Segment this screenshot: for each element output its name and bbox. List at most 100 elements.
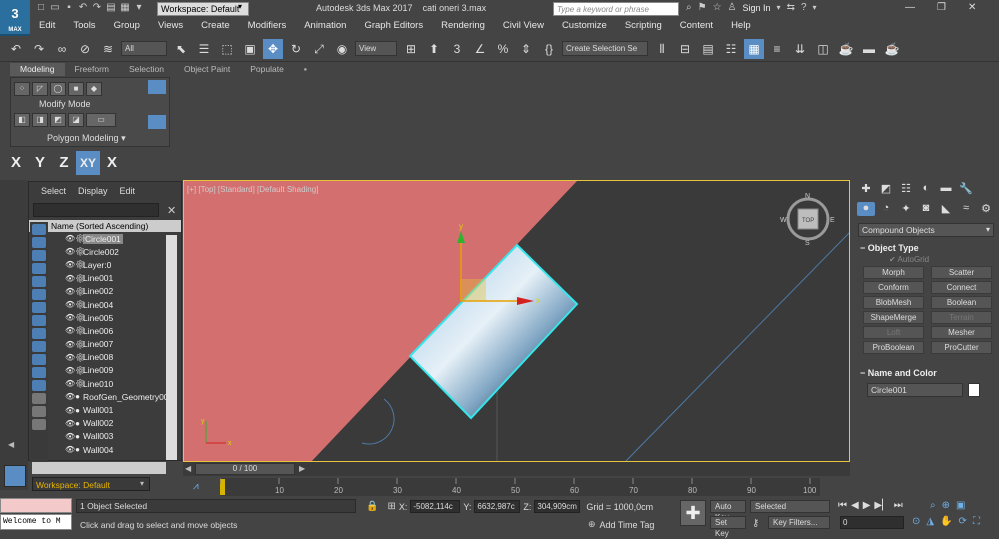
terrain-button[interactable]: Terrain xyxy=(931,311,992,324)
project-icon[interactable]: ▦ xyxy=(118,2,132,13)
set-key-big-button[interactable]: ✚ xyxy=(680,500,706,526)
list-item[interactable]: 👁⚙ Circle002 xyxy=(29,245,181,258)
bookmark-icon[interactable]: ⚑ xyxy=(698,2,707,13)
modifier-icon[interactable]: ◨ xyxy=(32,113,48,127)
search-input[interactable]: Type a keyword or phrase xyxy=(553,2,679,16)
minimize-icon[interactable]: — xyxy=(905,2,915,13)
display-cameras-icon[interactable] xyxy=(32,276,46,287)
select-manipulate-icon[interactable]: ⬆ xyxy=(424,39,444,59)
named-selection-sets-dropdown[interactable]: Create Selection Se xyxy=(562,41,648,56)
track-bar[interactable]: 10 20 30 40 50 60 70 80 90 100 xyxy=(220,478,820,496)
tab-selection[interactable]: Selection xyxy=(119,63,174,76)
visibility-icon[interactable]: 👁⚙ xyxy=(65,340,85,349)
se-menu-display[interactable]: Display xyxy=(72,182,114,200)
list-item[interactable]: 👁● Wall002 xyxy=(29,417,181,430)
visibility-icon[interactable]: 👁⚙ xyxy=(65,247,85,256)
modifier-icon[interactable]: ◧ xyxy=(14,113,30,127)
maxscript-listener-input[interactable] xyxy=(0,498,72,513)
place-icon[interactable]: ◉ xyxy=(332,39,352,59)
visibility-icon[interactable]: 👁⚙ xyxy=(65,274,85,283)
search-icon[interactable]: ⌕ xyxy=(686,2,692,13)
tab-modeling[interactable]: Modeling xyxy=(10,63,65,76)
visibility-icon[interactable]: 👁⚙ xyxy=(65,313,85,322)
lock-selection-icon[interactable]: 🔒 xyxy=(366,501,378,512)
visibility-icon[interactable]: 👁● xyxy=(65,432,80,441)
visibility-icon[interactable]: 👁● xyxy=(65,419,80,428)
key-filters-button[interactable]: Key Filters... xyxy=(768,516,830,529)
select-by-name-icon[interactable]: ☰ xyxy=(194,39,214,59)
display-frozen-icon[interactable] xyxy=(32,367,46,378)
percent-snap-icon[interactable]: % xyxy=(493,39,513,59)
save-icon[interactable]: ▪ xyxy=(62,2,76,13)
axis-x-button[interactable]: X xyxy=(4,151,28,175)
menu-scripting[interactable]: Scripting xyxy=(616,18,671,34)
render-setup-icon[interactable]: ☕ xyxy=(836,39,856,59)
select-object-icon[interactable]: ⬉ xyxy=(171,39,191,59)
auto-key-button[interactable]: Auto Key xyxy=(710,500,746,522)
axis-cycle-button[interactable]: X xyxy=(100,151,124,175)
visibility-icon[interactable]: 👁⚙ xyxy=(65,366,85,375)
rotate-icon[interactable]: ↻ xyxy=(286,39,306,59)
connect-button[interactable]: Connect xyxy=(931,281,992,294)
modifier-icon[interactable]: ◪ xyxy=(68,113,84,127)
display-geometry-icon[interactable] xyxy=(32,237,46,248)
shapes-icon[interactable]: ◔ xyxy=(877,202,895,216)
list-item[interactable]: 👁● Wall003 xyxy=(29,430,181,443)
menu-views[interactable]: Views xyxy=(149,18,192,34)
menu-animation[interactable]: Animation xyxy=(295,18,355,34)
display-containers-icon[interactable] xyxy=(32,354,46,365)
column-header-name[interactable]: Name (Sorted Ascending) xyxy=(29,220,181,232)
list-item[interactable]: 👁⚙ Line004 xyxy=(29,298,181,311)
menu-edit[interactable]: Edit xyxy=(30,18,64,34)
bind-space-warp-icon[interactable]: ≋ xyxy=(98,39,118,59)
lights-icon[interactable]: ✦ xyxy=(897,202,915,216)
previous-frame-icon[interactable]: ◀ xyxy=(851,500,859,511)
visibility-icon[interactable]: 👁● xyxy=(65,406,80,415)
maxscript-output[interactable]: Welcome to M xyxy=(0,514,72,530)
list-item[interactable]: 👁● Wall004 xyxy=(29,443,181,456)
field-of-view-icon[interactable]: ◮ xyxy=(926,516,934,527)
procutter-button[interactable]: ProCutter xyxy=(931,341,992,354)
y-coordinate-input[interactable]: 6632,987c xyxy=(474,500,521,513)
menu-group[interactable]: Group xyxy=(105,18,149,34)
absolute-mode-icon[interactable]: ⊞ xyxy=(387,501,395,512)
display-helpers-icon[interactable] xyxy=(32,289,46,300)
loft-button[interactable]: Loft xyxy=(863,326,924,339)
app-logo-button[interactable]: 3 MAX xyxy=(0,0,30,36)
time-config-icon[interactable]: ⊙ xyxy=(912,516,920,527)
menu-create[interactable]: Create xyxy=(192,18,239,34)
viewport-top[interactable]: y x y x TOP N W E S [+] [Top] [Standard]… xyxy=(183,180,850,462)
display-groups-icon[interactable] xyxy=(32,315,46,326)
pivot-center-icon[interactable]: ⊞ xyxy=(401,39,421,59)
mirror-icon[interactable]: ⫴ xyxy=(652,39,672,59)
prev-frame-icon[interactable]: ◀ xyxy=(185,464,191,473)
project-folder-icon[interactable]: ▤ xyxy=(104,2,118,13)
link-icon[interactable]: ∞ xyxy=(52,39,72,59)
tab-freeform[interactable]: Freeform xyxy=(65,63,119,76)
scene-explorer-scrollbar[interactable] xyxy=(166,235,177,460)
selection-region-icon[interactable]: ⬚ xyxy=(217,39,237,59)
ribbon-toggle-icon[interactable]: ▦ xyxy=(744,38,764,59)
cameras-icon[interactable]: ◙ xyxy=(917,202,935,216)
curve-editor-mini-icon[interactable]: ⩘ xyxy=(193,481,199,492)
list-item[interactable]: 👁⚙ Line009 xyxy=(29,364,181,377)
menu-content[interactable]: Content xyxy=(671,18,722,34)
align-icon[interactable]: ⊟ xyxy=(675,39,695,59)
modifier-icon[interactable]: ▭ xyxy=(86,113,116,127)
display-tab-icon[interactable]: ▬ xyxy=(937,182,955,196)
next-frame-icon[interactable]: ▶ xyxy=(299,464,305,473)
rendered-frame-icon[interactable]: ▬ xyxy=(859,39,879,59)
restore-icon[interactable]: ❐ xyxy=(937,2,946,13)
object-name-input[interactable]: Circle001 xyxy=(867,383,963,397)
scene-explorer-hscrollbar[interactable] xyxy=(32,462,166,474)
move-icon[interactable]: ✥ xyxy=(263,38,283,59)
axis-xy-button[interactable]: XY xyxy=(76,151,100,175)
visibility-icon[interactable]: 👁⚙ xyxy=(65,260,85,269)
motion-tab-icon[interactable]: ◐ xyxy=(917,182,935,196)
menu-customize[interactable]: Customize xyxy=(553,18,616,34)
display-xrefs-icon[interactable] xyxy=(32,328,46,339)
visibility-icon[interactable]: 👁⚙ xyxy=(65,300,85,309)
angle-snap-icon[interactable]: ∠ xyxy=(470,39,490,59)
se-menu-edit[interactable]: Edit xyxy=(114,182,142,200)
reference-coordinate-dropdown[interactable]: View xyxy=(355,41,397,56)
